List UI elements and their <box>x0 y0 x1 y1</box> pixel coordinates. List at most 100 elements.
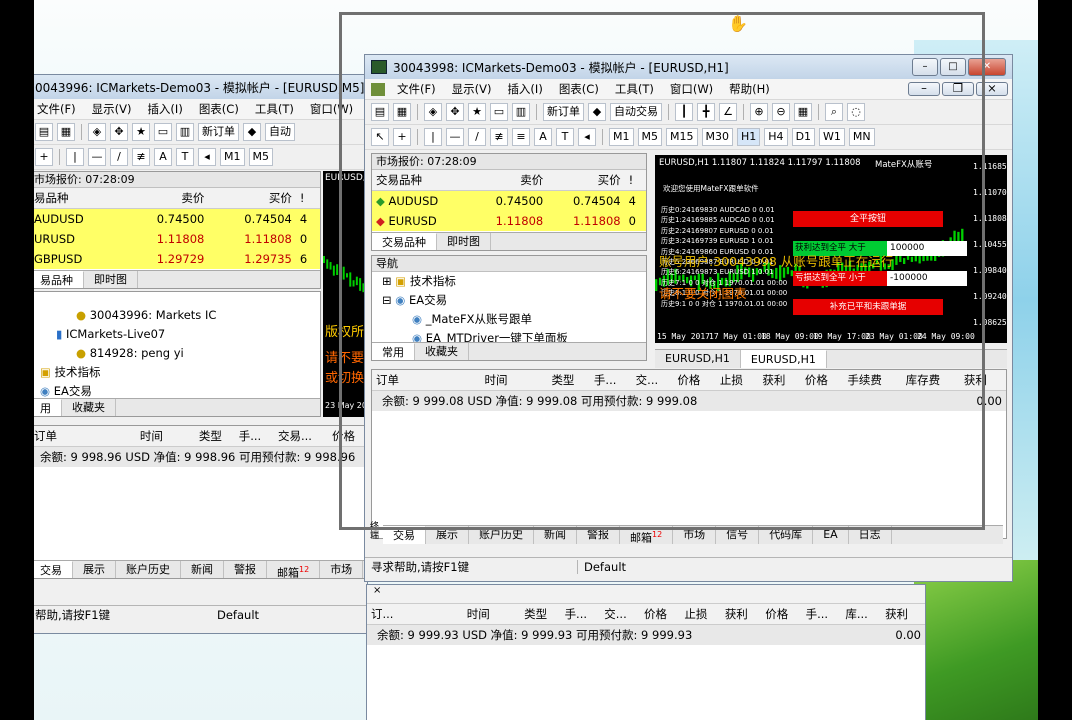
ea-folder-icon: ◉ <box>40 384 51 398</box>
server-icon: ▮ <box>56 327 63 341</box>
back-menu-tools[interactable]: 工具(T) <box>247 101 302 117</box>
col-time[interactable]: 时间 <box>69 426 195 447</box>
crosshair-move-icon[interactable]: ✥ <box>110 123 128 141</box>
candle <box>323 255 325 264</box>
back-nav-tabs: 用 收藏夹 <box>34 398 320 416</box>
tab-mailbox[interactable]: 邮箱12 <box>267 561 321 578</box>
back-navigator: ● 30043996: Markets IC ▮ ICMarkets-Live0… <box>34 291 321 417</box>
terminal-col[interactable]: 手... <box>560 604 601 625</box>
back-market-watch: 市场报价: 07:28:09 易品种 卖价 买价 ! AUDUSD 0.7450… <box>34 171 321 289</box>
col-symbol[interactable]: 易品种 <box>34 188 121 209</box>
tab-tick-chart[interactable]: 即时图 <box>84 271 138 288</box>
ask-cell: 1.29735 <box>244 252 292 266</box>
terminal-col[interactable]: 价格 <box>761 604 802 625</box>
third-terminal-window[interactable]: × 订... 时间 类型 手... 交... 价格 止损 获利 价格 手... 库... 获利 余额:… <box>366 584 926 720</box>
back-toolbar-2: + | — / ≢ A T ◂ M1 M5 <box>34 145 367 170</box>
back-mt4-window[interactable]: 0043996: ICMarkets-Demo03 - 模拟帐户 - [EURU… <box>34 74 368 634</box>
terminal-col[interactable]: 订... <box>367 604 407 625</box>
vertical-line-icon[interactable]: | <box>66 148 84 166</box>
horizontal-line-icon[interactable]: — <box>88 148 106 166</box>
col-order[interactable]: 订单 <box>34 426 70 447</box>
market-watch-icon[interactable]: ◈ <box>88 123 106 141</box>
text-icon[interactable]: A <box>154 148 172 166</box>
col-type[interactable]: 类型 <box>194 426 235 447</box>
tree-item[interactable]: ● 814928: peng yi <box>34 344 320 363</box>
tab-favorites[interactable]: 收藏夹 <box>62 399 116 416</box>
account-icon: ● <box>76 346 87 360</box>
tree-item[interactable]: ▮ ICMarkets-Live07 <box>34 325 320 344</box>
tab-history[interactable]: 账户历史 <box>116 561 181 578</box>
back-menu-insert[interactable]: 插入(I) <box>139 101 190 117</box>
table-row[interactable]: URUSD 1.11808 1.11808 0 <box>34 229 320 249</box>
col-spread[interactable]: ! <box>295 188 320 209</box>
terminal-col[interactable]: 手... <box>801 604 842 625</box>
window-drag-outline <box>339 12 985 530</box>
back-menu-view[interactable]: 显示(V) <box>84 101 140 117</box>
bid-cell: 1.11808 <box>156 232 205 246</box>
terminal-tab-label: 邮箱 <box>630 531 652 545</box>
status-help: 帮助,请按F1键 <box>35 608 111 622</box>
desktop: 0043996: ICMarkets-Demo03 - 模拟帐户 - [EURU… <box>34 0 1038 720</box>
bid-cell: 0.74500 <box>156 212 205 226</box>
back-tf-m1[interactable]: M1 <box>220 148 245 166</box>
symbol-cell: AUDUSD <box>34 212 84 226</box>
terminal-col[interactable]: 获利 <box>720 604 762 625</box>
back-window-title: 0043996: ICMarkets-Demo03 - 模拟帐户 - [EURU… <box>35 80 365 95</box>
letterbox-left <box>0 0 34 720</box>
terminal-col[interactable]: 类型 <box>520 604 561 625</box>
indicator-folder-icon: ▣ <box>40 365 51 379</box>
back-toolbar-1: ▤ ▦ ◈ ✥ ★ ▭ ▥ 新订单 ◆ 自动 <box>34 120 367 145</box>
shapes-icon[interactable]: ◂ <box>198 148 216 166</box>
trendline-icon[interactable]: / <box>110 148 128 166</box>
tree-label: 814928: peng yi <box>89 346 184 360</box>
col-bid[interactable]: 卖价 <box>120 188 209 209</box>
terminal-col[interactable]: 止损 <box>680 604 721 625</box>
symbol-cell: URUSD <box>34 232 75 246</box>
metaeditor-icon[interactable]: ◆ <box>243 123 261 141</box>
terminal-col[interactable]: 获利 <box>881 604 925 625</box>
tab-news[interactable]: 新闻 <box>181 561 224 578</box>
balance-row: 余额: 9 999.93 USD 净值: 9 999.93 可用预付款: 9 9… <box>367 624 925 645</box>
back-terminal-table: 订单 时间 类型 手... 交易... 价格 余额: 9 998.96 USD … <box>34 426 367 467</box>
symbol-cell: GBPUSD <box>34 252 83 266</box>
back-nav-tree: ● 30043996: Markets IC ▮ ICMarkets-Live0… <box>34 292 320 401</box>
terminal-icon[interactable]: ▭ <box>154 123 172 141</box>
back-tf-m5[interactable]: M5 <box>248 148 273 166</box>
bid-cell: 1.29729 <box>156 252 205 266</box>
tab-common[interactable]: 用 <box>34 399 62 416</box>
terminal-col[interactable]: 价格 <box>640 604 681 625</box>
col-ask[interactable]: 买价 <box>208 188 296 209</box>
back-menu-chart[interactable]: 图表(C) <box>191 101 247 117</box>
new-chart-icon[interactable]: ▤ <box>35 123 53 141</box>
back-menu-file[interactable]: 文件(F) <box>34 101 84 117</box>
back-auto-trading-button[interactable]: 自动 <box>265 123 295 141</box>
terminal-col[interactable]: 库... <box>841 604 882 625</box>
tab-trade[interactable]: 交易 <box>34 561 73 578</box>
channel-icon[interactable]: ≢ <box>132 148 150 166</box>
third-close-icon[interactable]: × <box>367 585 925 604</box>
table-row[interactable]: GBPUSD 1.29729 1.29735 6 <box>34 249 320 269</box>
balance-value: 0.00 <box>895 628 921 642</box>
spread-cell: 4 <box>299 212 308 226</box>
tree-item[interactable]: ● 30043996: Markets IC <box>34 306 320 325</box>
crosshair-icon[interactable]: + <box>35 148 53 166</box>
strategy-tester-icon[interactable]: ▥ <box>176 123 194 141</box>
candle <box>326 259 329 269</box>
terminal-col[interactable]: 时间 <box>406 604 521 625</box>
terminal-col[interactable]: 交... <box>600 604 640 625</box>
favorites-icon[interactable]: ★ <box>132 123 150 141</box>
text-label-icon[interactable]: T <box>176 148 194 166</box>
profiles-icon[interactable]: ▦ <box>57 123 75 141</box>
table-row[interactable]: AUDUSD 0.74500 0.74504 4 <box>34 208 320 229</box>
back-title-bar[interactable]: 0043996: ICMarkets-Demo03 - 模拟帐户 - [EURU… <box>34 75 367 99</box>
tree-item[interactable]: ▣ 技术指标 <box>34 363 320 382</box>
col-symbol[interactable]: 交易... <box>273 426 328 447</box>
status-help: 寻求帮助,请按F1键 <box>371 560 470 574</box>
col-lots[interactable]: 手... <box>234 426 274 447</box>
tab-exposure[interactable]: 展示 <box>73 561 116 578</box>
tab-alerts[interactable]: 警报 <box>224 561 267 578</box>
toolbar-separator <box>81 124 82 140</box>
back-new-order-button[interactable]: 新订单 <box>198 123 239 141</box>
tab-market[interactable]: 市场 <box>320 561 364 578</box>
tab-symbols[interactable]: 易品种 <box>34 271 84 288</box>
